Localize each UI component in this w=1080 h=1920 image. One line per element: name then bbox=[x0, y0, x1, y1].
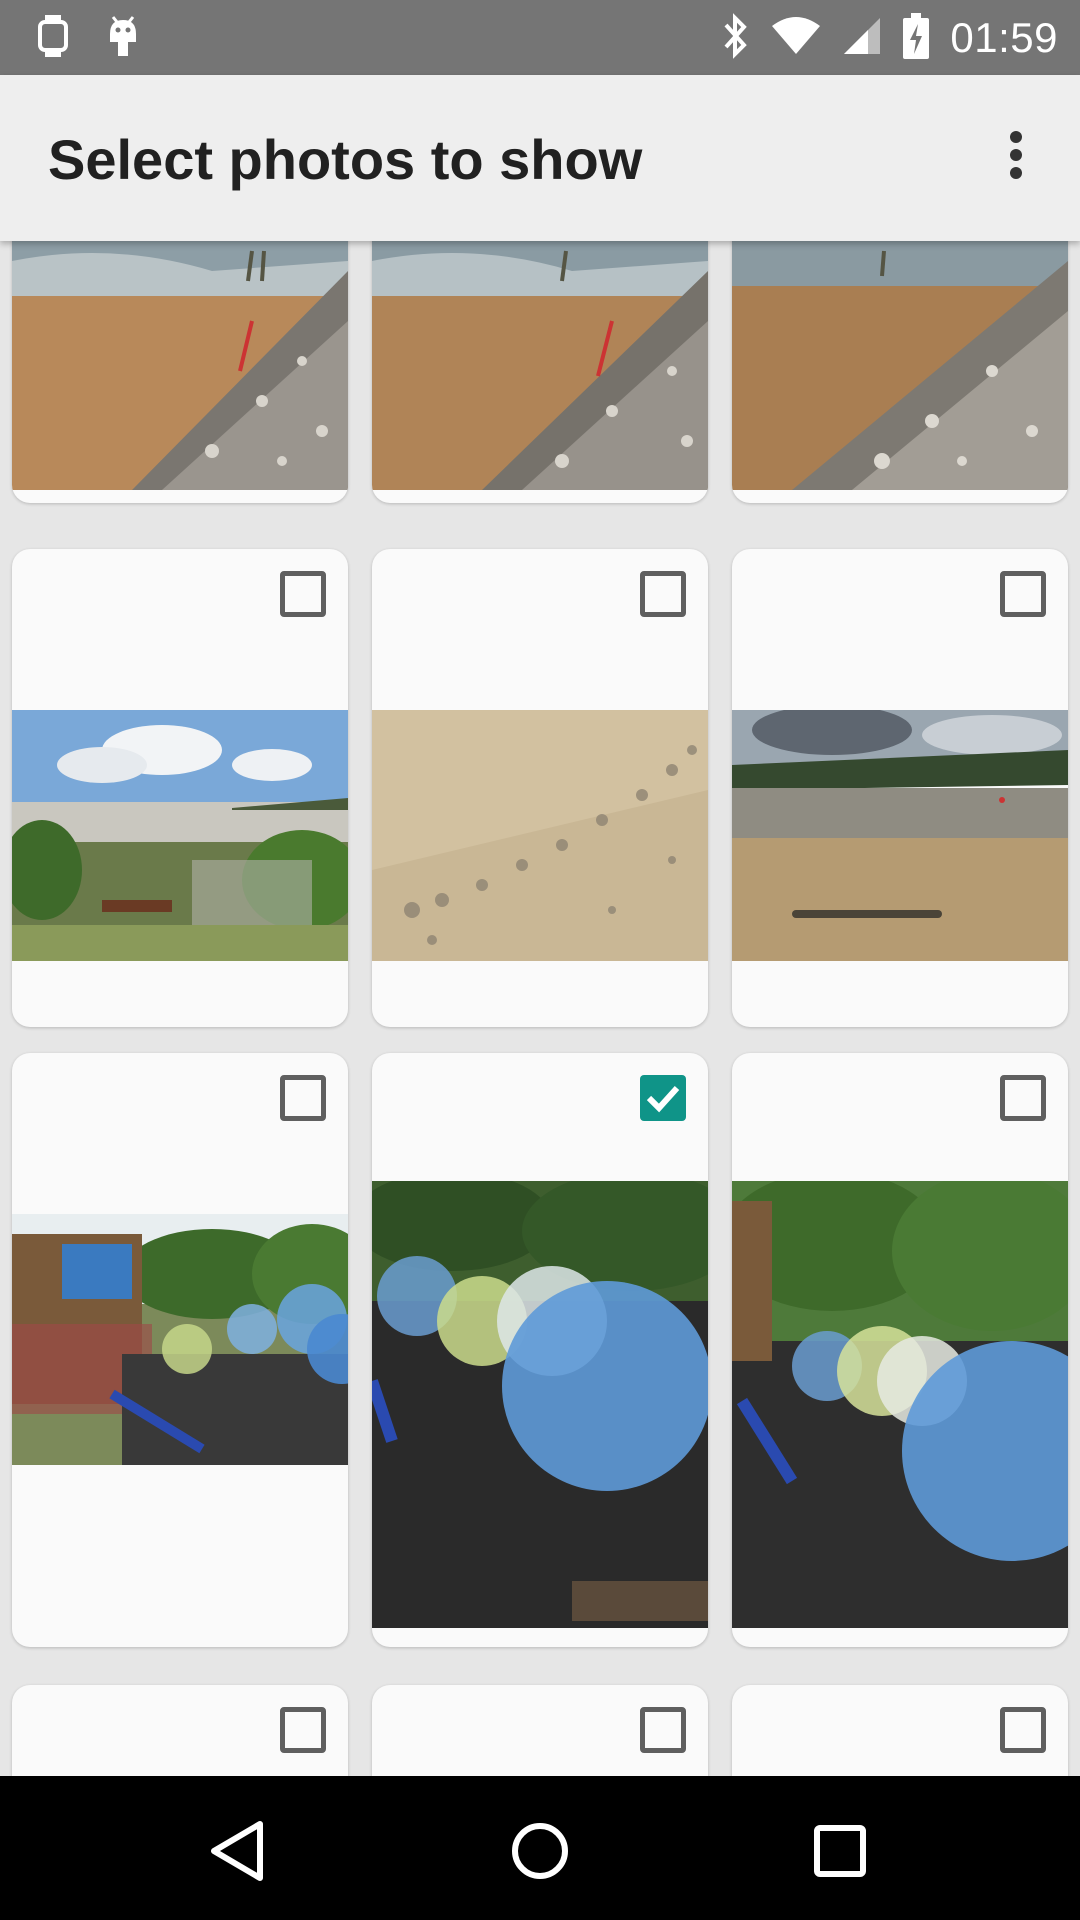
more-vert-icon[interactable] bbox=[986, 125, 1046, 185]
page-title: Select photos to show bbox=[48, 128, 643, 191]
photo-card[interactable] bbox=[12, 549, 348, 1027]
select-checkbox[interactable] bbox=[640, 571, 686, 617]
back-icon[interactable] bbox=[200, 1816, 280, 1886]
photo-card[interactable] bbox=[732, 1685, 1068, 1776]
photo-card[interactable] bbox=[372, 1053, 708, 1647]
android-icon bbox=[106, 14, 140, 63]
app-bar: Select photos to show bbox=[0, 75, 1080, 241]
status-left-icons bbox=[36, 14, 140, 63]
photo-thumbnail bbox=[732, 1181, 1068, 1628]
photo-card[interactable] bbox=[12, 1685, 348, 1776]
select-checkbox[interactable] bbox=[280, 1075, 326, 1121]
photo-card[interactable] bbox=[372, 1685, 708, 1776]
select-checkbox[interactable] bbox=[640, 1707, 686, 1753]
photo-card[interactable] bbox=[732, 1053, 1068, 1647]
photo-card[interactable] bbox=[732, 549, 1068, 1027]
photo-card[interactable] bbox=[12, 241, 348, 503]
watch-icon bbox=[36, 14, 70, 63]
select-checkbox[interactable] bbox=[280, 571, 326, 617]
status-bar: 01:59 bbox=[0, 0, 1080, 75]
select-checkbox[interactable] bbox=[1000, 1707, 1046, 1753]
select-checkbox[interactable] bbox=[1000, 571, 1046, 617]
photo-thumbnail bbox=[372, 710, 708, 961]
photo-grid bbox=[0, 241, 1080, 1776]
photo-card[interactable] bbox=[372, 549, 708, 1027]
photo-card[interactable] bbox=[372, 241, 708, 503]
recents-icon[interactable] bbox=[800, 1816, 880, 1886]
status-right-icons: 01:59 bbox=[720, 10, 1058, 66]
select-checkbox[interactable] bbox=[280, 1707, 326, 1753]
select-checkbox[interactable] bbox=[1000, 1075, 1046, 1121]
photo-thumbnail bbox=[12, 241, 348, 490]
battery-charging-icon bbox=[902, 12, 930, 65]
photo-thumbnail bbox=[372, 241, 708, 490]
status-time: 01:59 bbox=[950, 14, 1058, 61]
home-icon[interactable] bbox=[500, 1816, 580, 1886]
photo-card[interactable] bbox=[12, 1053, 348, 1647]
photo-thumbnail bbox=[732, 241, 1068, 490]
photo-thumbnail bbox=[12, 1214, 348, 1465]
cell-signal-icon bbox=[842, 16, 882, 61]
photo-thumbnail bbox=[732, 710, 1068, 961]
check-icon bbox=[646, 1085, 680, 1113]
select-checkbox-checked[interactable] bbox=[640, 1075, 686, 1121]
bluetooth-icon bbox=[720, 12, 750, 64]
navigation-bar bbox=[0, 1776, 1080, 1920]
photo-card[interactable] bbox=[732, 241, 1068, 503]
wifi-icon bbox=[770, 16, 822, 61]
photo-thumbnail bbox=[12, 710, 348, 961]
photo-thumbnail bbox=[372, 1181, 708, 1628]
